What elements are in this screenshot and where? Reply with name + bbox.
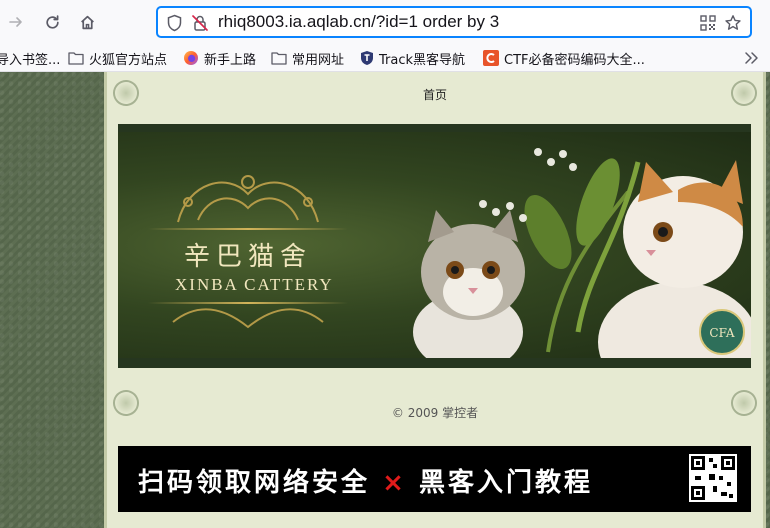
promo-text: 扫码领取网络安全 × 黑客入门教程 [138, 462, 593, 499]
folder-icon [68, 51, 84, 65]
bookmark-track-hacker-nav[interactable]: Track黑客导航 [360, 48, 465, 68]
reload-icon [45, 14, 59, 29]
track-shield-icon [360, 50, 374, 66]
site-nav: 首页 [107, 86, 763, 103]
bookmarks-toolbar: 导入书签... 火狐官方站点 新手上路 常用网址 Track黑客导航 CTF必备… [0, 44, 770, 72]
url-text[interactable]: rhiq8003.ia.aqlab.cn/?id=1 order by 3 [218, 12, 499, 32]
insecure-lock-icon[interactable] [191, 14, 209, 36]
bookmark-getting-started[interactable]: 新手上路 [183, 48, 256, 68]
nav-home-link[interactable]: 首页 [423, 88, 447, 102]
tracking-protection-shield-icon[interactable] [166, 14, 183, 36]
home-button[interactable] [74, 10, 100, 34]
banner-title-en: XINBA CATTERY [175, 275, 334, 294]
gold-rule-top [148, 228, 348, 230]
promo-qr-code-icon[interactable] [689, 454, 737, 502]
bookmark-import[interactable]: 导入书签... [0, 48, 60, 68]
gold-rule-bottom [148, 302, 348, 304]
firefox-icon [183, 50, 199, 66]
bookmark-common-sites[interactable]: 常用网址 [271, 48, 344, 68]
bookmark-firefox-official[interactable]: 火狐官方站点 [68, 48, 167, 68]
folder-icon [271, 51, 287, 65]
reload-button[interactable] [39, 10, 65, 34]
arrow-right-icon [9, 17, 22, 27]
qr-code-icon[interactable] [700, 15, 716, 35]
cfa-seal-icon: CFA [699, 309, 745, 355]
cattery-banner: CFA 辛巴猫舍 XINBA CATTERY [118, 124, 751, 368]
bookmark-label: 火狐官方站点 [89, 52, 168, 68]
bookmark-label: 导入书签... [0, 52, 61, 68]
promo-text-part1: 扫码领取网络安全 [138, 468, 371, 498]
banner-title-cn: 辛巴猫舍 [184, 242, 313, 272]
kitten-silver-tabby-icon [413, 210, 525, 358]
address-bar[interactable]: rhiq8003.ia.aqlab.cn/?id=1 order by 3 [156, 6, 752, 38]
bookmark-ctf-encoding[interactable]: CTF必备密码编码大全... [483, 48, 645, 68]
bookmark-label: Track黑客导航 [379, 52, 466, 68]
promo-x-mark: × [382, 468, 407, 498]
home-icon [80, 15, 94, 29]
browser-toolbar: rhiq8003.ia.aqlab.cn/?id=1 order by 3 [0, 0, 770, 44]
bookmark-label: 常用网址 [292, 52, 345, 68]
web-page-viewport: 首页 © 2009 掌控者 CFA 辛巴猫舍 XINBA CATTERY 扫码领… [0, 72, 770, 528]
bookmark-star-icon[interactable] [724, 14, 742, 36]
ctf-c-icon [483, 50, 499, 66]
footer-copyright: © 2009 掌控者 [391, 406, 479, 420]
forward-button[interactable] [3, 10, 29, 34]
promo-banner[interactable]: 扫码领取网络安全 × 黑客入门教程 [118, 446, 751, 512]
bookmark-label: 新手上路 [204, 52, 257, 68]
svg-text:CFA: CFA [709, 326, 734, 340]
promo-text-part2: 黑客入门教程 [418, 468, 593, 498]
bookmarks-overflow-chevron-icon[interactable] [744, 50, 760, 69]
bookmark-label: CTF必备密码编码大全... [504, 52, 645, 68]
